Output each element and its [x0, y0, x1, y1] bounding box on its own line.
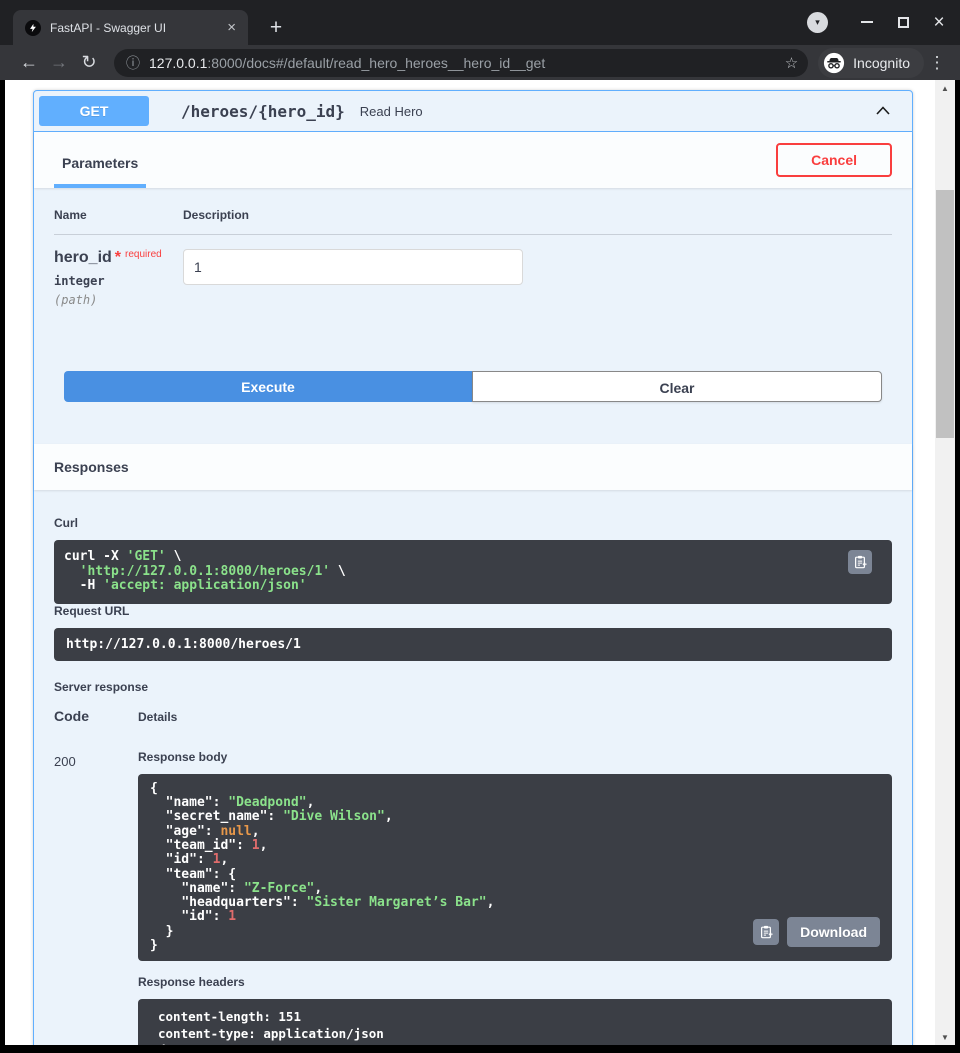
maximize-button[interactable]	[892, 11, 914, 33]
scroll-down-icon[interactable]: ▼	[935, 1029, 955, 1045]
browser-toolbar: ← → ↻ ⓘ 127.0.0.1:8000/docs#/default/rea…	[0, 45, 960, 80]
execute-row: Execute Clear	[34, 327, 912, 418]
scroll-up-icon[interactable]: ▲	[935, 80, 955, 96]
column-description: Description	[183, 208, 249, 222]
responses-wrapper: Curl curl -X 'GET' \ 'http://127.0.0.1:8…	[34, 490, 912, 1045]
hero-id-input[interactable]	[183, 249, 523, 285]
url-text: 127.0.0.1:8000/docs#/default/read_hero_h…	[149, 55, 777, 71]
url-host: 127.0.0.1	[149, 55, 207, 71]
operation-description: Read Hero	[360, 104, 423, 119]
tab-title: FastAPI - Swagger UI	[50, 21, 223, 35]
parameter-value-cell	[183, 249, 523, 307]
response-details: Response body { "name": "Deadpond", "sec…	[138, 750, 892, 1045]
new-tab-button[interactable]: +	[262, 14, 290, 42]
browser-titlebar: FastAPI - Swagger UI × + ▾ ×	[0, 0, 960, 45]
operation-path: /heroes/{hero_id}	[181, 102, 345, 121]
close-icon: ×	[933, 13, 944, 32]
browser-menu-icon[interactable]: ⋮	[924, 53, 950, 73]
copy-curl-button[interactable]	[848, 550, 872, 574]
minimize-button[interactable]	[856, 11, 878, 33]
parameters-header: Parameters Cancel	[34, 132, 912, 188]
column-code: Code	[54, 708, 138, 724]
incognito-spy-icon	[823, 52, 845, 74]
window-controls: ▾ ×	[807, 8, 950, 36]
cancel-button[interactable]: Cancel	[776, 143, 892, 177]
spacer	[34, 418, 912, 444]
maximize-icon	[898, 17, 909, 28]
page-info-icon[interactable]: ⓘ	[126, 53, 140, 73]
column-name: Name	[54, 208, 183, 222]
scrollbar-thumb[interactable]	[936, 190, 954, 438]
clear-button[interactable]: Clear	[472, 371, 882, 402]
curl-label: Curl	[54, 516, 892, 530]
back-icon[interactable]: ←	[14, 52, 44, 73]
parameter-row: hero_id*required integer (path)	[54, 235, 892, 307]
page-scrollbar[interactable]: ▲ ▼	[935, 80, 955, 1045]
responses-header: Responses	[34, 444, 912, 490]
status-code: 200	[54, 750, 138, 1045]
parameter-type: integer	[54, 274, 183, 288]
server-response-table-head: Code Details	[54, 708, 892, 724]
fastapi-favicon-icon	[25, 20, 41, 36]
parameter-location: (path)	[54, 293, 183, 307]
request-url-label: Request URL	[54, 604, 892, 618]
response-body-actions: Download	[753, 917, 880, 947]
column-details: Details	[138, 710, 177, 724]
swagger-page: GET /heroes/{hero_id} Read Hero Paramete…	[5, 80, 935, 1045]
parameter-meta: hero_id*required integer (path)	[54, 249, 183, 307]
copy-response-button[interactable]	[753, 919, 779, 945]
download-button[interactable]: Download	[787, 917, 880, 947]
bookmark-star-icon[interactable]: ☆	[785, 54, 798, 72]
response-body-block: { "name": "Deadpond", "secret_name": "Di…	[138, 774, 892, 962]
required-star: *	[115, 249, 121, 266]
url-path: :8000/docs#/default/read_hero_heroes__he…	[207, 55, 545, 71]
collapse-chevron-icon[interactable]	[873, 101, 893, 121]
url-bar[interactable]: ⓘ 127.0.0.1:8000/docs#/default/read_hero…	[114, 49, 808, 77]
responses-title: Responses	[54, 459, 129, 475]
close-button[interactable]: ×	[928, 11, 950, 33]
browser-tab[interactable]: FastAPI - Swagger UI ×	[13, 10, 248, 45]
operation-summary[interactable]: GET /heroes/{hero_id} Read Hero	[34, 91, 912, 132]
parameter-name: hero_id*required	[54, 249, 183, 267]
incognito-label: Incognito	[853, 55, 910, 71]
tab-close-icon[interactable]: ×	[223, 18, 240, 37]
curl-code-block: curl -X 'GET' \ 'http://127.0.0.1:8000/h…	[54, 540, 892, 604]
parameters-table: Name Description hero_id*required intege…	[34, 188, 912, 327]
response-body-label: Response body	[138, 750, 892, 764]
server-response-label: Server response	[54, 680, 892, 694]
minimize-icon	[861, 21, 873, 23]
method-badge: GET	[39, 96, 149, 126]
reload-icon[interactable]: ↻	[74, 52, 104, 73]
parameters-table-head: Name Description	[54, 208, 892, 235]
tab-search-icon[interactable]: ▾	[807, 12, 828, 33]
response-headers-label: Response headers	[138, 975, 892, 989]
server-response-row: 200 Response body { "name": "Deadpond", …	[54, 750, 892, 1045]
execute-button[interactable]: Execute	[64, 371, 472, 402]
parameters-title: Parameters	[54, 155, 146, 188]
incognito-badge: Incognito	[818, 48, 924, 78]
required-label: required	[125, 249, 162, 260]
operation-block: GET /heroes/{hero_id} Read Hero Paramete…	[33, 90, 913, 1045]
request-url-block: http://127.0.0.1:8000/heroes/1	[54, 628, 892, 661]
response-headers-block: content-length: 151content-type: applica…	[138, 999, 892, 1045]
forward-icon[interactable]: →	[44, 52, 74, 73]
